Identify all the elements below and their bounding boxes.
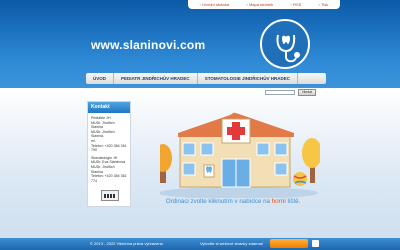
search-input[interactable] (265, 90, 295, 95)
clinic-illustration (160, 112, 320, 198)
caption-text-before: Ordinaci zvolte kliknutím v nabídce na (165, 198, 272, 205)
contact-pediatrics: Pediatrie JH MUDr. Jindřich Slanina MUDr… (88, 113, 130, 153)
footer: © 2013 - 2022 Všechna práva vyhrazena Vy… (0, 238, 400, 250)
sidebar-title: Kontakt (88, 102, 130, 113)
search-button[interactable]: Hledat (298, 89, 316, 96)
contact-sidebar: Kontakt Pediatrie JH MUDr. Jindřich Slan… (87, 101, 131, 207)
top-link-home[interactable]: Úvodní stránka (200, 2, 229, 7)
contact-line: 774 (91, 178, 97, 183)
main-nav: ÚVOD PEDIATR JINDŘICHŮV HRADEC STOMATOLO… (86, 73, 326, 84)
top-link-print[interactable]: Tisk (319, 2, 328, 7)
contact-line: MUDr. Jindřich Slanina, (91, 129, 115, 139)
top-links: Úvodní stránka Mapa stránek RSS Tisk (188, 0, 340, 9)
webnode-button[interactable] (270, 239, 308, 248)
nav-item-home[interactable]: ÚVOD (86, 73, 115, 84)
top-link-rss[interactable]: RSS (291, 2, 301, 7)
contact-line: MUDr. Jindřich Slanina (91, 164, 115, 174)
stethoscope-tooth-icon (260, 19, 310, 69)
instruction-caption: Ordinaci zvolte kliknutím v nabídce na h… (148, 198, 318, 205)
contact-line: MUDr. Jindřich Slanina (91, 120, 115, 130)
top-link-sitemap[interactable]: Mapa stránek (246, 2, 273, 7)
contact-dentistry: Stomatologie JH MUDr. Eva Slaninová MUDr… (88, 153, 130, 184)
nav-item-pediatrics[interactable]: PEDIATR JINDŘICHŮV HRADEC (114, 73, 198, 84)
visit-counter (101, 190, 119, 201)
copyright-text: © 2013 - 2022 Všechna práva vyhrazena (90, 241, 163, 246)
nav-item-dentistry[interactable]: STOMATOLOGIE JINDŘICHŮV HRADEC (198, 73, 298, 84)
promo-text[interactable]: Vytvořte si webové stránky zdarma! (200, 241, 263, 246)
webnode-icon[interactable] (312, 240, 319, 247)
caption-text-after: liště. (285, 198, 301, 205)
caption-highlight: horní (271, 198, 286, 205)
site-logo-text[interactable]: www.slaninovi.com (91, 38, 205, 52)
header: Úvodní stránka Mapa stránek RSS Tisk www… (0, 0, 400, 88)
